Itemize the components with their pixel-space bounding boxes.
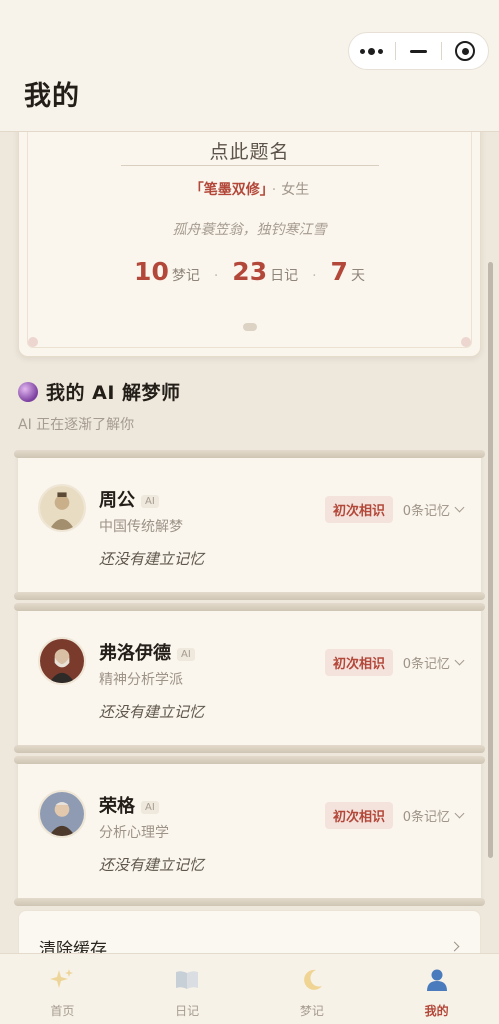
chevron-down-icon <box>454 502 465 513</box>
memory-count-toggle[interactable]: 0条记忆 <box>402 653 465 672</box>
tab-mine[interactable]: 我的 <box>374 954 499 1024</box>
stat-value: 10 <box>134 257 169 286</box>
memory-count: 0条记忆 <box>402 810 450 825</box>
name-underline <box>121 165 379 166</box>
scroll-rod <box>14 603 485 611</box>
avatar <box>38 484 86 532</box>
ai-section-heading: 我的 AI 解梦师 <box>18 378 181 405</box>
close-button[interactable] <box>442 33 488 69</box>
corner-flower-ornament <box>28 337 38 347</box>
scroll-rod <box>14 745 485 753</box>
ai-badge: AI <box>141 800 159 814</box>
ai-badge: AI <box>141 494 159 508</box>
stat-value: 23 <box>232 257 268 286</box>
tab-label: 日记 <box>175 1004 200 1018</box>
stat-dreams: 10 梦记 <box>134 257 200 286</box>
minimize-icon <box>410 49 427 53</box>
tab-label: 首页 <box>50 1004 75 1018</box>
scroll-content[interactable]: 点此题名 「笔墨双修」 · 女生 孤舟蓑笠翁，独钓寒江雪 10 梦记 · 23 日记… <box>0 0 499 953</box>
profile-card[interactable]: 点此题名 「笔墨双修」 · 女生 孤舟蓑笠翁，独钓寒江雪 10 梦记 · 23 日记… <box>18 100 481 357</box>
scroll-rod <box>14 592 485 600</box>
scrollbar[interactable] <box>488 262 493 858</box>
relationship-tag: 初次相识 <box>324 496 393 523</box>
avatar <box>38 637 86 685</box>
gender: 女生 <box>281 182 310 198</box>
more-dots-icon <box>360 47 384 55</box>
tab-bar: 首页 日记 梦记 我的 <box>0 953 499 1024</box>
chevron-down-icon <box>454 655 465 666</box>
chevron-down-icon <box>454 808 465 819</box>
ai-badge: AI <box>177 647 195 661</box>
corner-flower-ornament <box>461 337 471 347</box>
dreamer-name: 弗洛伊德 AI <box>99 639 195 665</box>
dreamer-name-text: 周公 <box>99 490 135 511</box>
sparkles-icon <box>48 966 76 994</box>
profile-quote: 孤舟蓑笠翁，独钓寒江雪 <box>172 222 327 238</box>
open-book-icon <box>173 966 201 994</box>
memory-count: 0条记忆 <box>402 657 450 672</box>
page-title: 我的 <box>24 81 80 112</box>
miniprogram-capsule <box>348 32 489 70</box>
chevron-right-icon <box>449 941 460 952</box>
tab-label: 梦记 <box>299 1004 324 1018</box>
dreamer-name: 荣格 AI <box>99 792 159 818</box>
memory-note: 还没有建立记忆 <box>99 550 205 568</box>
dreamer-card-zhougong[interactable]: 周公 AI 中国传统解梦 初次相识 0条记忆 还没有建立记忆 <box>14 450 485 600</box>
pen-name: 「笔墨双修」 <box>189 182 267 198</box>
dreamer-school: 中国传统解梦 <box>99 519 183 535</box>
crescent-moon-icon <box>298 966 326 994</box>
memory-count: 0条记忆 <box>402 504 450 519</box>
dreamer-school: 精神分析学派 <box>99 672 183 688</box>
top-bar: 我的 <box>0 0 499 132</box>
scroll-rod <box>14 450 485 458</box>
dreamer-school: 分析心理学 <box>99 825 169 841</box>
dreamer-card-freud[interactable]: 弗洛伊德 AI 精神分析学派 初次相识 0条记忆 还没有建立记忆 <box>14 603 485 753</box>
memory-count-toggle[interactable]: 0条记忆 <box>402 500 465 519</box>
memory-count-toggle[interactable]: 0条记忆 <box>402 806 465 825</box>
target-icon <box>455 41 476 61</box>
profile-subline: 「笔墨双修」 · 女生 <box>19 179 480 199</box>
section-subtitle: AI 正在逐渐了解你 <box>18 417 135 433</box>
stat-days: 7 天 <box>331 257 365 286</box>
profile-stats: 10 梦记 · 23 日记 · 7 天 <box>19 257 480 286</box>
clear-cache-item[interactable]: 清除缓存 <box>18 910 481 953</box>
crystal-ball-icon <box>18 381 38 402</box>
user-icon <box>423 966 451 994</box>
memory-note: 还没有建立记忆 <box>99 703 205 721</box>
dreamer-name-text: 荣格 <box>99 796 135 817</box>
dreamer-card-jung[interactable]: 荣格 AI 分析心理学 初次相识 0条记忆 还没有建立记忆 <box>14 756 485 906</box>
relationship-tag: 初次相识 <box>324 802 393 829</box>
clear-cache-label: 清除缓存 <box>39 940 107 953</box>
relationship-tag: 初次相识 <box>324 649 393 676</box>
scroll-rod <box>14 898 485 906</box>
stat-unit: 梦记 <box>171 268 200 284</box>
tab-dreams[interactable]: 梦记 <box>250 954 375 1024</box>
stat-unit: 日记 <box>270 268 299 284</box>
section-title: 我的 AI 解梦师 <box>46 382 181 404</box>
stat-diaries: 23 日记 <box>232 257 298 286</box>
stat-separator: · <box>312 268 317 284</box>
memory-note: 还没有建立记忆 <box>99 856 205 874</box>
scroll-rod <box>14 756 485 764</box>
minimize-button[interactable] <box>396 33 442 69</box>
avatar <box>38 790 86 838</box>
stat-unit: 天 <box>350 268 365 284</box>
tab-home[interactable]: 首页 <box>0 954 125 1024</box>
stat-value: 7 <box>330 257 348 286</box>
more-button[interactable] <box>349 33 395 69</box>
tab-label: 我的 <box>424 1004 449 1018</box>
name-prompt[interactable]: 点此题名 <box>19 137 480 164</box>
tab-diary[interactable]: 日记 <box>125 954 250 1024</box>
separator-dot: · <box>271 182 277 198</box>
cloud-ornament <box>243 323 257 331</box>
dreamer-name: 周公 AI <box>99 486 159 512</box>
dreamer-name-text: 弗洛伊德 <box>99 643 171 664</box>
stat-separator: · <box>213 268 219 284</box>
